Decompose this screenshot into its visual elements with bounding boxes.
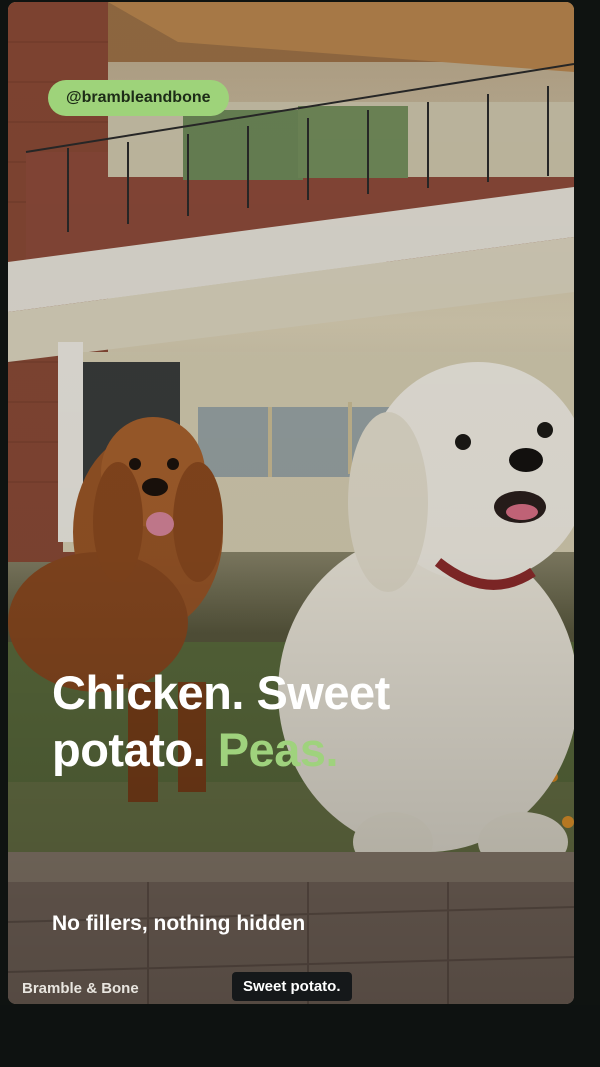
headline-line2: potato. — [52, 723, 206, 776]
subheadline: No fillers, nothing hidden — [52, 912, 306, 935]
caption-label: Sweet potato. — [232, 972, 352, 1001]
headline: Chicken. Sweet potato. Peas. — [52, 664, 522, 778]
image-darken-overlay — [8, 2, 574, 1004]
story-frame: @brambleandbone Chicken. Sweet potato. P… — [8, 2, 574, 1004]
headline-line1: Chicken. Sweet — [52, 666, 390, 719]
bottom-bar — [0, 1005, 600, 1067]
headline-accent: Peas. — [217, 723, 339, 776]
account-handle-badge[interactable]: @brambleandbone — [48, 80, 229, 116]
brand-name: Bramble & Bone — [22, 980, 139, 997]
